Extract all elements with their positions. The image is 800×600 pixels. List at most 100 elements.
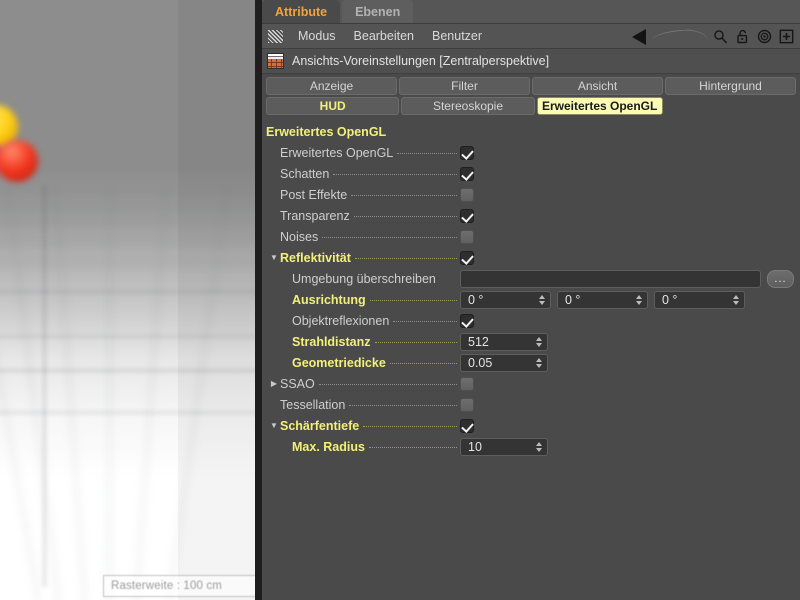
spinner-stepper[interactable] [534,336,543,348]
number-field-value: 10 [468,439,482,454]
property-row: ▶Umgebung überschreiben... [262,268,800,289]
number-field[interactable]: 0 ° [654,290,745,309]
property-label: Strahldistanz [292,334,371,349]
viewport-3d[interactable]: Rasterweite : 100 cm [0,0,258,600]
subtab-hintergrund[interactable]: Hintergrund [665,77,796,95]
property-label-wrap: Max. Radius [292,440,460,454]
property-label-wrap: Schärfentiefe [280,419,460,433]
history-trail-icon [652,28,708,46]
checkbox[interactable] [460,418,474,433]
checkbox[interactable] [460,208,474,223]
property-row: ▶Geometriedicke0.05 [262,352,800,373]
property-row: ▶Erweitertes OpenGL [262,142,800,163]
chevron-down-icon[interactable]: ▼ [268,253,280,262]
spinner-stepper[interactable] [537,294,546,306]
tab-attribute[interactable]: Attribute [262,0,341,23]
number-field[interactable]: 0 ° [460,290,551,309]
property-label: Reflektivität [280,250,351,265]
search-icon[interactable] [710,27,730,47]
unlock-icon[interactable] [732,27,752,47]
property-label: Ausrichtung [292,292,366,307]
property-label-wrap: Umgebung überschreiben [292,272,460,286]
settings-tab-row-2: HUD Stereoskopie Erweitertes OpenGL [266,97,796,115]
leader-dots [368,446,457,448]
leader-dots [363,425,457,427]
number-field[interactable]: 0.05 [460,353,548,372]
leader-dots [393,320,457,322]
tab-ebenen[interactable]: Ebenen [342,0,414,23]
property-label: Schärfentiefe [280,418,360,433]
link-field[interactable] [460,269,761,288]
settings-tab-row-1: Anzeige Filter Ansicht Hintergrund [266,77,796,95]
checkbox[interactable] [460,250,474,265]
property-label: Post Effekte [280,187,348,202]
property-label-wrap: SSAO [280,377,460,391]
leader-dots [318,383,457,385]
property-list: ▶Erweitertes OpenGL▶Schatten▶Post Effekt… [262,142,800,457]
chevron-down-icon[interactable]: ▼ [268,421,280,430]
spinner-stepper[interactable] [731,294,740,306]
attribute-manager: Attribute Ebenen Modus Bearbeiten Benutz… [262,0,800,600]
grid-near [0,0,258,600]
number-field[interactable]: 0 ° [557,290,648,309]
checkbox[interactable] [460,145,474,160]
subtab-erweitertes-opengl[interactable]: Erweitertes OpenGL [536,97,663,115]
hud-grid-spacing: Rasterweite : 100 cm [103,575,258,597]
leader-dots [369,299,457,301]
number-field-value: 0.05 [468,355,493,370]
subtab-filter[interactable]: Filter [399,77,530,95]
property-row: ▶Post Effekte [262,184,800,205]
panel-divider[interactable] [255,0,262,600]
leader-dots [389,362,457,364]
axis-z [44,186,45,586]
mode-grip-icon[interactable] [268,29,283,43]
leader-dots [333,173,457,175]
leader-dots [351,194,457,196]
checkbox[interactable] [460,376,474,391]
number-field[interactable]: 512 [460,332,548,351]
number-field-value: 0 ° [662,292,678,307]
property-row: ▼ Reflektivität [262,247,800,268]
checkbox[interactable] [460,166,474,181]
object-title-bar: Ansichts-Voreinstellungen [Zentralperspe… [262,49,800,74]
number-field-value: 0 ° [468,292,484,307]
application-window: Rasterweite : 100 cm Attribute Ebenen Mo… [0,0,800,600]
property-label: Max. Radius [292,439,365,454]
subtab-stereoskopie[interactable]: Stereoskopie [401,97,535,115]
subtab-row-spacer [665,97,796,115]
spinner-stepper[interactable] [534,441,543,453]
group-heading: Erweitertes OpenGL [266,125,387,139]
menu-bearbeiten[interactable]: Bearbeiten [345,29,423,43]
property-label: Objektreflexionen [292,313,390,328]
menu-benutzer[interactable]: Benutzer [423,29,491,43]
checkbox[interactable] [460,229,474,244]
property-label: Umgebung überschreiben [292,271,436,286]
target-icon[interactable] [754,27,774,47]
property-row: ▶Noises [262,226,800,247]
property-row: ▶Objektreflexionen [262,310,800,331]
checkbox[interactable] [460,313,474,328]
subtab-hud[interactable]: HUD [266,97,400,115]
property-label: SSAO [280,376,315,391]
subtab-ansicht[interactable]: Ansicht [532,77,663,95]
property-label-wrap: Objektreflexionen [292,314,460,328]
subtab-anzeige[interactable]: Anzeige [266,77,397,95]
add-icon[interactable] [776,27,796,47]
property-label: Tessellation [280,397,346,412]
checkbox[interactable] [460,397,474,412]
property-row: ▶Strahldistanz512 [262,331,800,352]
property-label-wrap: Reflektivität [280,251,460,265]
spinner-stepper[interactable] [534,357,543,369]
spinner-stepper[interactable] [634,294,643,306]
more-options-button[interactable]: ... [767,269,794,288]
checkbox[interactable] [460,187,474,202]
manager-icon-row [630,24,796,49]
leader-dots [322,236,457,238]
chevron-right-icon[interactable]: ▶ [268,379,280,388]
back-arrow-icon[interactable] [630,27,650,47]
property-label: Transparenz [280,208,350,223]
property-label-wrap: Geometriedicke [292,356,460,370]
property-row: ▶Tessellation [262,394,800,415]
number-field[interactable]: 10 [460,437,548,456]
menu-modus[interactable]: Modus [289,29,345,43]
